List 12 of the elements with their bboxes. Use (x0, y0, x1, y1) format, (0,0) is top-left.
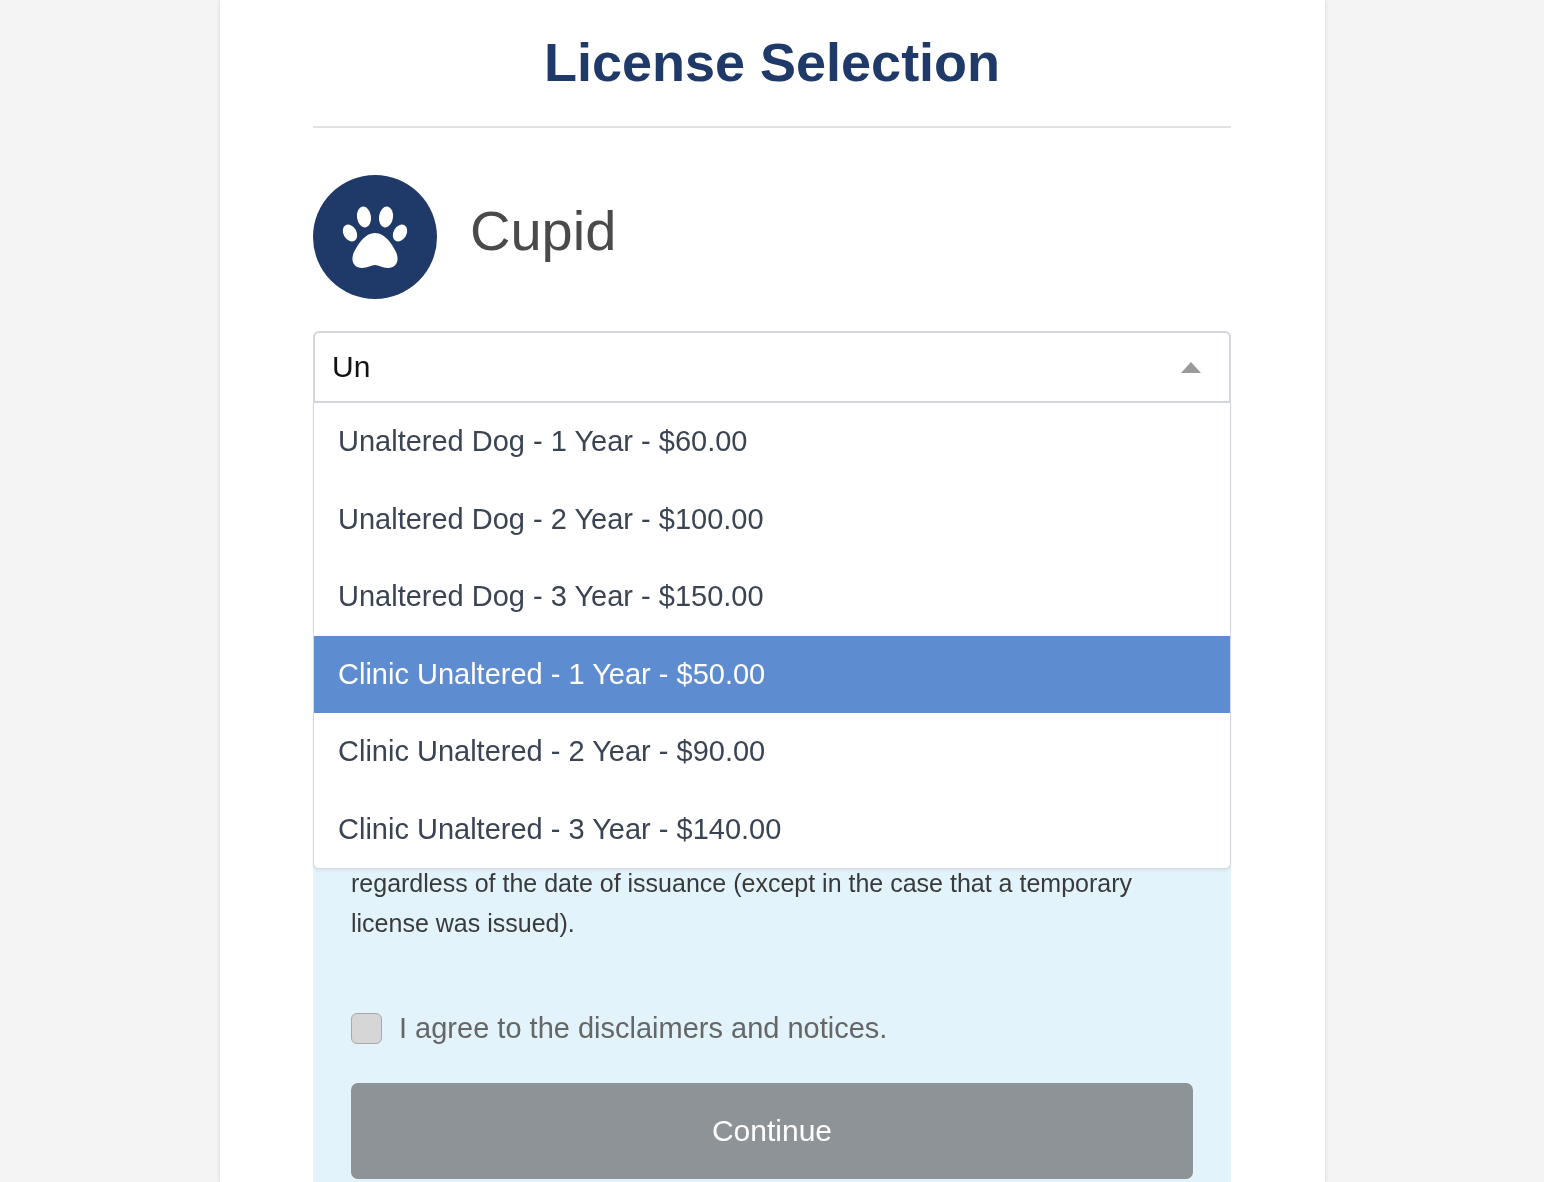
license-select[interactable]: Un (313, 331, 1231, 403)
dropdown-option[interactable]: Unaltered Dog - 3 Year - $150.00 (314, 558, 1230, 636)
dropdown-option[interactable]: Clinic Unaltered - 2 Year - $90.00 (314, 713, 1230, 791)
page-title: License Selection (543, 31, 1001, 94)
notice-text: regardless of the date of issuance (except in the case that a temporary license was issued). (351, 868, 1133, 939)
agree-label: I agree to the disclaimers and notices. (399, 1011, 888, 1045)
pet-name: Cupid (470, 198, 617, 264)
dropdown-option[interactable]: Unaltered Dog - 1 Year - $60.00 (314, 403, 1230, 481)
paw-icon (313, 175, 437, 299)
agree-checkbox[interactable] (351, 1012, 382, 1044)
dropdown-option[interactable]: Clinic Unaltered - 3 Year - $140.00 (314, 790, 1230, 868)
dropdown-option[interactable]: Unaltered Dog - 2 Year - $100.00 (314, 480, 1230, 558)
